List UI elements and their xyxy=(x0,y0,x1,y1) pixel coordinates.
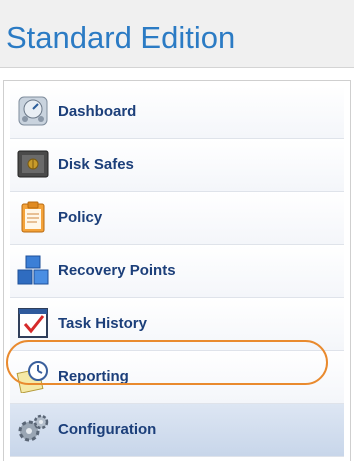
nav-label-task-history: Task History xyxy=(58,315,147,332)
nav-item-policy[interactable]: Policy xyxy=(10,192,344,245)
header-bar: Standard Edition xyxy=(0,0,354,68)
nav-item-task-history[interactable]: Task History xyxy=(10,298,344,351)
safe-icon xyxy=(16,147,50,181)
nav-item-configuration[interactable]: Configuration xyxy=(10,404,344,457)
nav-item-dashboard[interactable]: Dashboard xyxy=(10,86,344,139)
nav-label-reporting: Reporting xyxy=(58,368,129,385)
report-clock-icon xyxy=(16,359,50,394)
nav-label-disk-safes: Disk Safes xyxy=(58,156,134,173)
nav-item-disk-safes[interactable]: Disk Safes xyxy=(10,139,344,192)
nav-label-dashboard: Dashboard xyxy=(58,103,137,120)
nav-label-recovery-points: Recovery Points xyxy=(58,262,176,279)
checklist-icon xyxy=(16,306,50,340)
nav-label-configuration: Configuration xyxy=(58,421,157,438)
page-title: Standard Edition xyxy=(6,20,236,55)
dashboard-icon xyxy=(16,94,50,128)
sidebar-nav: Dashboard Disk Safes Policy Recovery Poi… xyxy=(10,86,344,457)
cubes-icon xyxy=(16,253,50,287)
clipboard-icon xyxy=(16,200,50,234)
gears-icon xyxy=(16,412,50,446)
nav-item-recovery-points[interactable]: Recovery Points xyxy=(10,245,344,298)
nav-label-policy: Policy xyxy=(58,209,103,226)
nav-item-reporting[interactable]: Reporting xyxy=(10,351,344,404)
